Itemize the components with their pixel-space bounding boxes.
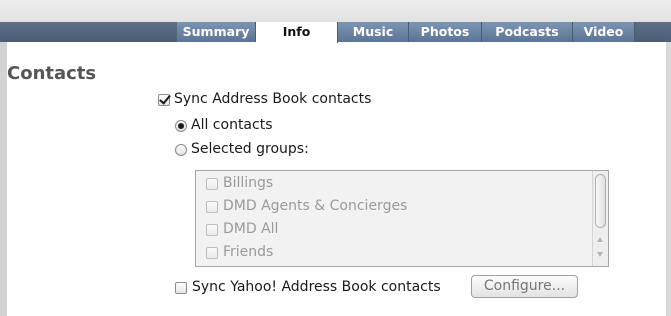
tab-music[interactable]: Music	[338, 22, 409, 42]
group-label: Billings	[223, 175, 274, 191]
tab-podcasts[interactable]: Podcasts	[482, 22, 573, 42]
all-contacts-label: All contacts	[191, 117, 273, 133]
tab-photos[interactable]: Photos	[409, 22, 482, 42]
group-checkbox[interactable]	[206, 247, 218, 259]
group-label: DMD All	[223, 221, 279, 237]
right-border	[666, 42, 671, 316]
groups-scrollbar[interactable]	[592, 171, 608, 266]
scroll-thumb[interactable]	[595, 174, 606, 228]
group-item-friends: Friends	[196, 242, 592, 264]
tab-video[interactable]: Video	[573, 22, 635, 42]
ipod-sync-preferences: Summary Info Music Photos Podcasts Video…	[0, 0, 671, 316]
group-checkbox[interactable]	[206, 178, 218, 190]
sync-yahoo-checkbox[interactable]	[175, 282, 187, 294]
section-title: Contacts	[7, 63, 97, 84]
all-contacts-radio[interactable]	[175, 120, 187, 132]
sync-yahoo-label: Sync Yahoo! Address Book contacts	[192, 279, 441, 295]
group-checkbox[interactable]	[206, 201, 218, 213]
group-item-dmd-all: DMD All	[196, 219, 592, 241]
group-item-billings: Billings	[196, 173, 592, 195]
selected-groups-label: Selected groups:	[191, 141, 309, 157]
selected-groups-radio[interactable]	[175, 144, 187, 156]
tab-info[interactable]: Info	[256, 22, 338, 43]
left-border	[0, 42, 7, 316]
configure-button[interactable]: Configure...	[471, 275, 578, 298]
window-top-bar	[0, 0, 671, 22]
sync-address-book-checkbox[interactable]	[158, 94, 170, 106]
scroll-up-arrow-icon[interactable]	[597, 237, 603, 242]
group-label: DMD Agents & Concierges	[223, 198, 408, 214]
group-label: Friends	[223, 244, 274, 260]
tab-summary[interactable]: Summary	[177, 22, 256, 42]
scroll-down-arrow-icon[interactable]	[597, 252, 603, 257]
group-checkbox[interactable]	[206, 224, 218, 236]
groups-list: Billings DMD Agents & Concierges DMD All…	[195, 170, 609, 267]
group-item-dmd-agents: DMD Agents & Concierges	[196, 196, 592, 218]
sync-address-book-label: Sync Address Book contacts	[174, 91, 372, 107]
